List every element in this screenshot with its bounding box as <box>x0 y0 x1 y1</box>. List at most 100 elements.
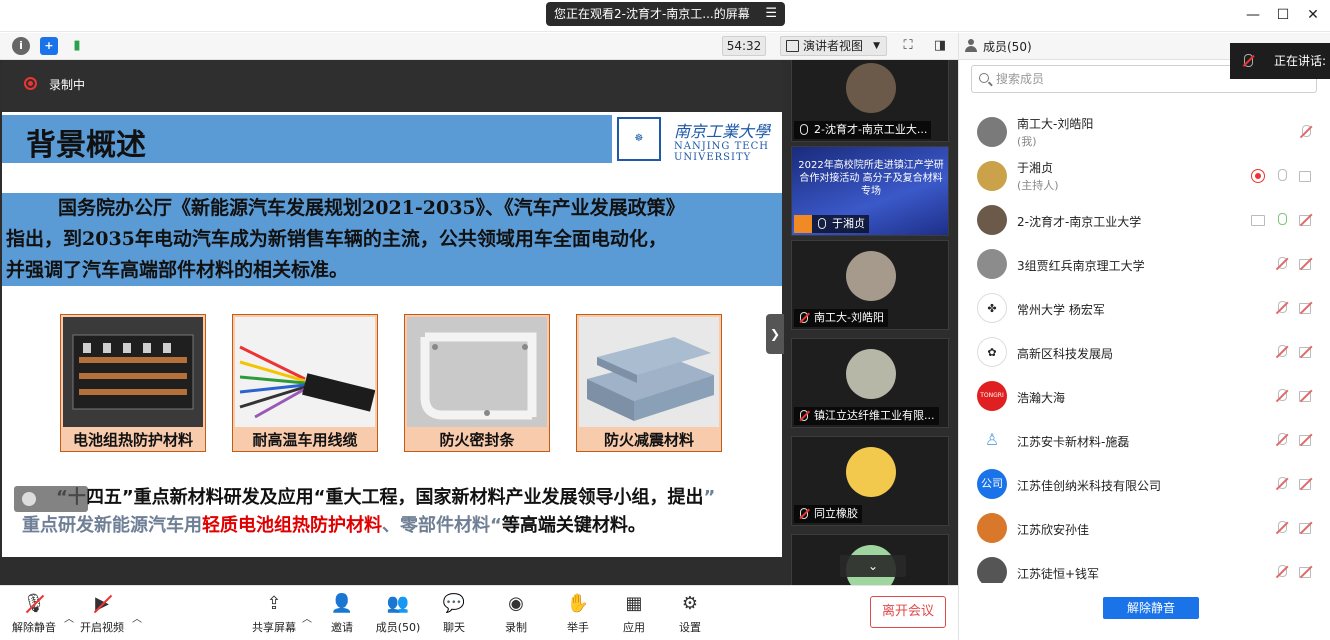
maximize-icon[interactable]: ☐ <box>1274 6 1292 24</box>
mic-muted-icon[interactable] <box>1275 257 1289 271</box>
member-row[interactable]: TONGRI 浩瀚大海 <box>959 375 1330 419</box>
mic-muted-icon[interactable] <box>1275 477 1289 491</box>
video-label-text: 镇江立达纤维工业有限... <box>814 409 935 422</box>
mic-icon[interactable] <box>1275 169 1289 183</box>
members-button[interactable]: 👥 成员(50) <box>368 592 428 635</box>
member-avatar: TONGRI <box>977 381 1007 411</box>
sidebar-toggle-icon[interactable]: ◨ <box>932 38 948 54</box>
camera-muted-icon[interactable] <box>1299 257 1313 271</box>
gear-icon: ⚙ <box>681 593 699 614</box>
start-video-label: 开启视频 <box>80 621 124 634</box>
text-fragment: 重点新材料研发及应用“重大工程，国家新材料产业发展领导小组，提出 <box>133 487 704 508</box>
leave-meeting-button[interactable]: 离开会议 <box>870 596 946 628</box>
chevron-up-icon[interactable]: ︿ <box>302 610 312 625</box>
record-button[interactable]: ◉ 录制 <box>486 592 546 635</box>
participant-avatar <box>846 349 896 399</box>
minimize-icon[interactable]: — <box>1244 6 1262 24</box>
video-label: 镇江立达纤维工业有限... <box>794 407 939 425</box>
member-row[interactable]: ✿ 高新区科技发展局 <box>959 331 1330 375</box>
scroll-down-icon[interactable]: ⌄ <box>840 555 906 577</box>
invite-button[interactable]: 👤 邀请 <box>312 592 372 635</box>
tile-caption: 耐高温车用线缆 <box>252 431 358 449</box>
mic-muted-icon[interactable] <box>1275 389 1289 403</box>
member-row[interactable]: 2-沈育才-南京工业大学 <box>959 199 1330 243</box>
chat-button[interactable]: 💬 聊天 <box>424 592 484 635</box>
video-label-text: 2-沈育才-南京工业大... <box>814 123 928 136</box>
chevron-up-icon[interactable]: ︿ <box>132 610 142 625</box>
recording-label: 录制中 <box>49 78 86 92</box>
camera-muted-icon[interactable] <box>1299 477 1313 491</box>
member-row[interactable]: 江苏徒恒+钱军 <box>959 551 1330 583</box>
mic-icon[interactable] <box>1275 213 1289 227</box>
camera-icon[interactable] <box>1299 169 1313 183</box>
cable-image <box>235 317 375 427</box>
unmute-all-button[interactable]: 解除静音 <box>1103 597 1199 619</box>
meeting-window: 您正在观看2-沈育才-南京工...的屏幕 ☰ — ☐ ✕ i + ▮ 54:32… <box>0 0 1330 640</box>
video-tile[interactable]: 同立橡胶 <box>791 436 949 526</box>
start-video-button[interactable]: ▶ 开启视频 <box>72 592 132 635</box>
view-selector[interactable]: 演讲者视图 ▼ <box>780 36 887 56</box>
member-row[interactable]: 于湘贞 (主持人) <box>959 155 1330 199</box>
share-screen-icon: ⇪ <box>266 593 282 614</box>
video-tile[interactable]: 南工大-刘皓阳 <box>791 240 949 330</box>
video-label-text: 于湘贞 <box>832 217 865 230</box>
camera-muted-icon[interactable] <box>1299 345 1313 359</box>
mic-muted-icon[interactable] <box>1275 433 1289 447</box>
unmute-button[interactable]: 🎙 解除静音 <box>4 592 64 635</box>
member-name: 浩瀚大海 <box>1017 391 1066 405</box>
shield-icon[interactable]: + <box>40 37 58 55</box>
paragraph-line: 国务院办公厅《新能源汽车发展规划2021-2035》、《汽车产业发展政策》 <box>58 197 685 219</box>
camera-muted-icon[interactable] <box>1299 565 1313 579</box>
settings-button[interactable]: ⚙ 设置 <box>660 592 720 635</box>
camera-muted-icon[interactable] <box>1299 389 1313 403</box>
member-row[interactable]: 南工大-刘皓阳 (我) <box>959 111 1330 155</box>
collapse-video-panel-icon[interactable]: ❯ <box>766 314 784 354</box>
member-name: 江苏徒恒+钱军 <box>1017 567 1100 581</box>
mic-muted-icon[interactable] <box>1299 125 1313 139</box>
info-icon[interactable]: i <box>12 37 30 55</box>
video-label: 南工大-刘皓阳 <box>794 309 888 327</box>
video-label-text: 同立橡胶 <box>814 507 858 520</box>
user-icon <box>794 215 812 233</box>
mic-muted-icon[interactable] <box>1275 345 1289 359</box>
search-icon <box>979 73 989 83</box>
camera-muted-icon[interactable] <box>1299 433 1313 447</box>
member-row[interactable]: ✤ 常州大学 杨宏军 <box>959 287 1330 331</box>
camera-muted-icon[interactable] <box>1299 301 1313 315</box>
mic-muted-icon[interactable] <box>1275 565 1289 579</box>
tile-caption: 防火密封条 <box>439 431 515 449</box>
camera-muted-icon[interactable] <box>1299 521 1313 535</box>
mic-icon <box>800 124 808 135</box>
signal-icon[interactable]: ▮ <box>68 37 86 55</box>
emoji-reaction-icon[interactable] <box>14 486 88 512</box>
mic-muted-icon[interactable] <box>1275 301 1289 315</box>
member-avatar: ✿ <box>977 337 1007 367</box>
video-tile[interactable]: 2-沈育才-南京工业大... <box>791 60 949 142</box>
member-row[interactable]: 3组贾红兵南京理工大学 <box>959 243 1330 287</box>
close-icon[interactable]: ✕ <box>1304 6 1322 24</box>
text-fragment: 重点研发新能源汽车用 <box>22 515 202 536</box>
member-row[interactable]: ♙ 江苏安卡新材料-施磊 <box>959 419 1330 463</box>
raise-hand-button[interactable]: ✋ 举手 <box>548 592 608 635</box>
video-tile[interactable]: 镇江立达纤维工业有限... <box>791 338 949 428</box>
mic-muted-icon <box>1244 54 1253 67</box>
watching-indicator[interactable]: 您正在观看2-沈育才-南京工...的屏幕 ☰ <box>546 2 785 26</box>
video-label-text: 南工大-刘皓阳 <box>814 311 884 324</box>
menu-icon[interactable]: ☰ <box>765 2 777 26</box>
battery-pack-image <box>63 317 203 427</box>
slide-bottom-text: “十四五”重点新材料研发及应用“重大工程，国家新材料产业发展领导小组，提出” 重… <box>22 484 782 540</box>
share-screen-button[interactable]: ⇪ 共享屏幕 <box>244 592 304 635</box>
member-row[interactable]: 江苏欣安孙佳 <box>959 507 1330 551</box>
video-gallery: 2-沈育才-南京工业大... 2022年高校院所走进镇江产学研合作对接活动 高分… <box>784 60 958 585</box>
slide-paragraph: 国务院办公厅《新能源汽车发展规划2021-2035》、《汽车产业发展政策》 指出… <box>2 193 782 286</box>
member-row[interactable]: 公司 江苏佳创纳米科技有限公司 <box>959 463 1330 507</box>
member-name: 常州大学 杨宏军 <box>1017 303 1105 317</box>
mic-muted-icon <box>800 312 808 323</box>
apps-button[interactable]: ▦ 应用 <box>604 592 664 635</box>
fullscreen-icon[interactable]: ⛶ <box>900 38 916 54</box>
participant-avatar <box>846 63 896 113</box>
camera-muted-icon[interactable] <box>1299 213 1313 227</box>
mic-muted-icon[interactable] <box>1275 521 1289 535</box>
record-icon <box>24 77 37 90</box>
video-tile[interactable]: 2022年高校院所走进镇江产学研合作对接活动 高分子及复合材料专场 于湘贞 <box>791 146 949 236</box>
